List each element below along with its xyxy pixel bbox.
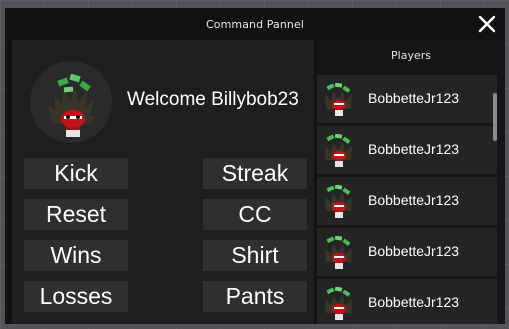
- player-row[interactable]: BobbetteJr123: [317, 228, 497, 276]
- player-avatar-icon: [325, 185, 352, 218]
- player-row[interactable]: BobbetteJr123: [317, 75, 497, 123]
- cc-button[interactable]: CC: [203, 199, 307, 230]
- player-avatar-icon: [325, 83, 352, 116]
- window-title: Command Pannel: [205, 18, 305, 31]
- players-panel: Players BobbetteJr123 BobbetteJr123 Bobb…: [317, 40, 505, 324]
- players-header: Players: [391, 48, 431, 62]
- close-button[interactable]: [477, 14, 497, 34]
- streak-button[interactable]: Streak: [203, 158, 307, 189]
- player-row[interactable]: BobbetteJr123: [317, 279, 497, 324]
- player-avatar-icon: [325, 287, 352, 320]
- kick-button[interactable]: Kick: [24, 158, 128, 189]
- player-row[interactable]: BobbetteJr123: [317, 126, 497, 174]
- player-name: BobbetteJr123: [368, 243, 460, 259]
- player-name: BobbetteJr123: [368, 90, 460, 106]
- command-panel: Command Pannel Welcome Billybob23 Kick S…: [5, 8, 505, 324]
- players-scrollbar[interactable]: [493, 93, 497, 141]
- wins-button[interactable]: Wins: [24, 240, 128, 271]
- command-section: Welcome Billybob23 Kick Streak Reset CC …: [12, 40, 314, 324]
- close-icon: [478, 15, 496, 33]
- title-bar: Command Pannel: [5, 8, 505, 40]
- reset-button[interactable]: Reset: [24, 199, 128, 230]
- player-name: BobbetteJr123: [368, 141, 460, 157]
- players-list[interactable]: BobbetteJr123 BobbetteJr123 BobbetteJr12…: [317, 75, 497, 324]
- shirt-button[interactable]: Shirt: [203, 240, 307, 271]
- losses-button[interactable]: Losses: [24, 281, 128, 312]
- avatar-icon: [48, 73, 96, 137]
- pants-button[interactable]: Pants: [203, 281, 307, 312]
- avatar: [30, 61, 112, 143]
- welcome-text: Welcome Billybob23: [127, 89, 299, 110]
- player-row[interactable]: BobbetteJr123: [317, 177, 497, 225]
- player-avatar-icon: [325, 236, 352, 269]
- player-name: BobbetteJr123: [368, 294, 460, 310]
- player-name: BobbetteJr123: [368, 192, 460, 208]
- player-avatar-icon: [325, 134, 352, 167]
